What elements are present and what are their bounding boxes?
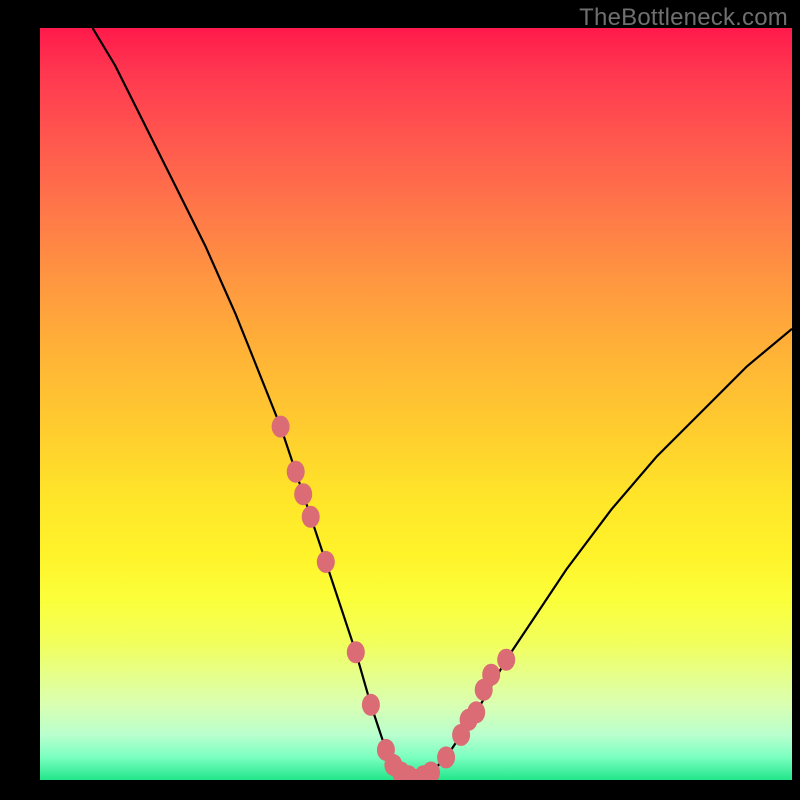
plot-area [40,28,792,780]
chart-svg [40,28,792,780]
chart-container: TheBottleneck.com [0,0,800,800]
data-marker [422,762,440,781]
data-marker [347,641,365,663]
data-marker [302,506,320,528]
marker-group [272,416,516,780]
data-marker [317,551,335,573]
data-marker [362,694,380,716]
data-marker [294,483,312,505]
bottleneck-curve [93,28,792,780]
data-marker [287,461,305,483]
data-marker [437,746,455,768]
data-marker [467,701,485,723]
data-marker [497,649,515,671]
data-marker [482,664,500,686]
data-marker [272,416,290,438]
